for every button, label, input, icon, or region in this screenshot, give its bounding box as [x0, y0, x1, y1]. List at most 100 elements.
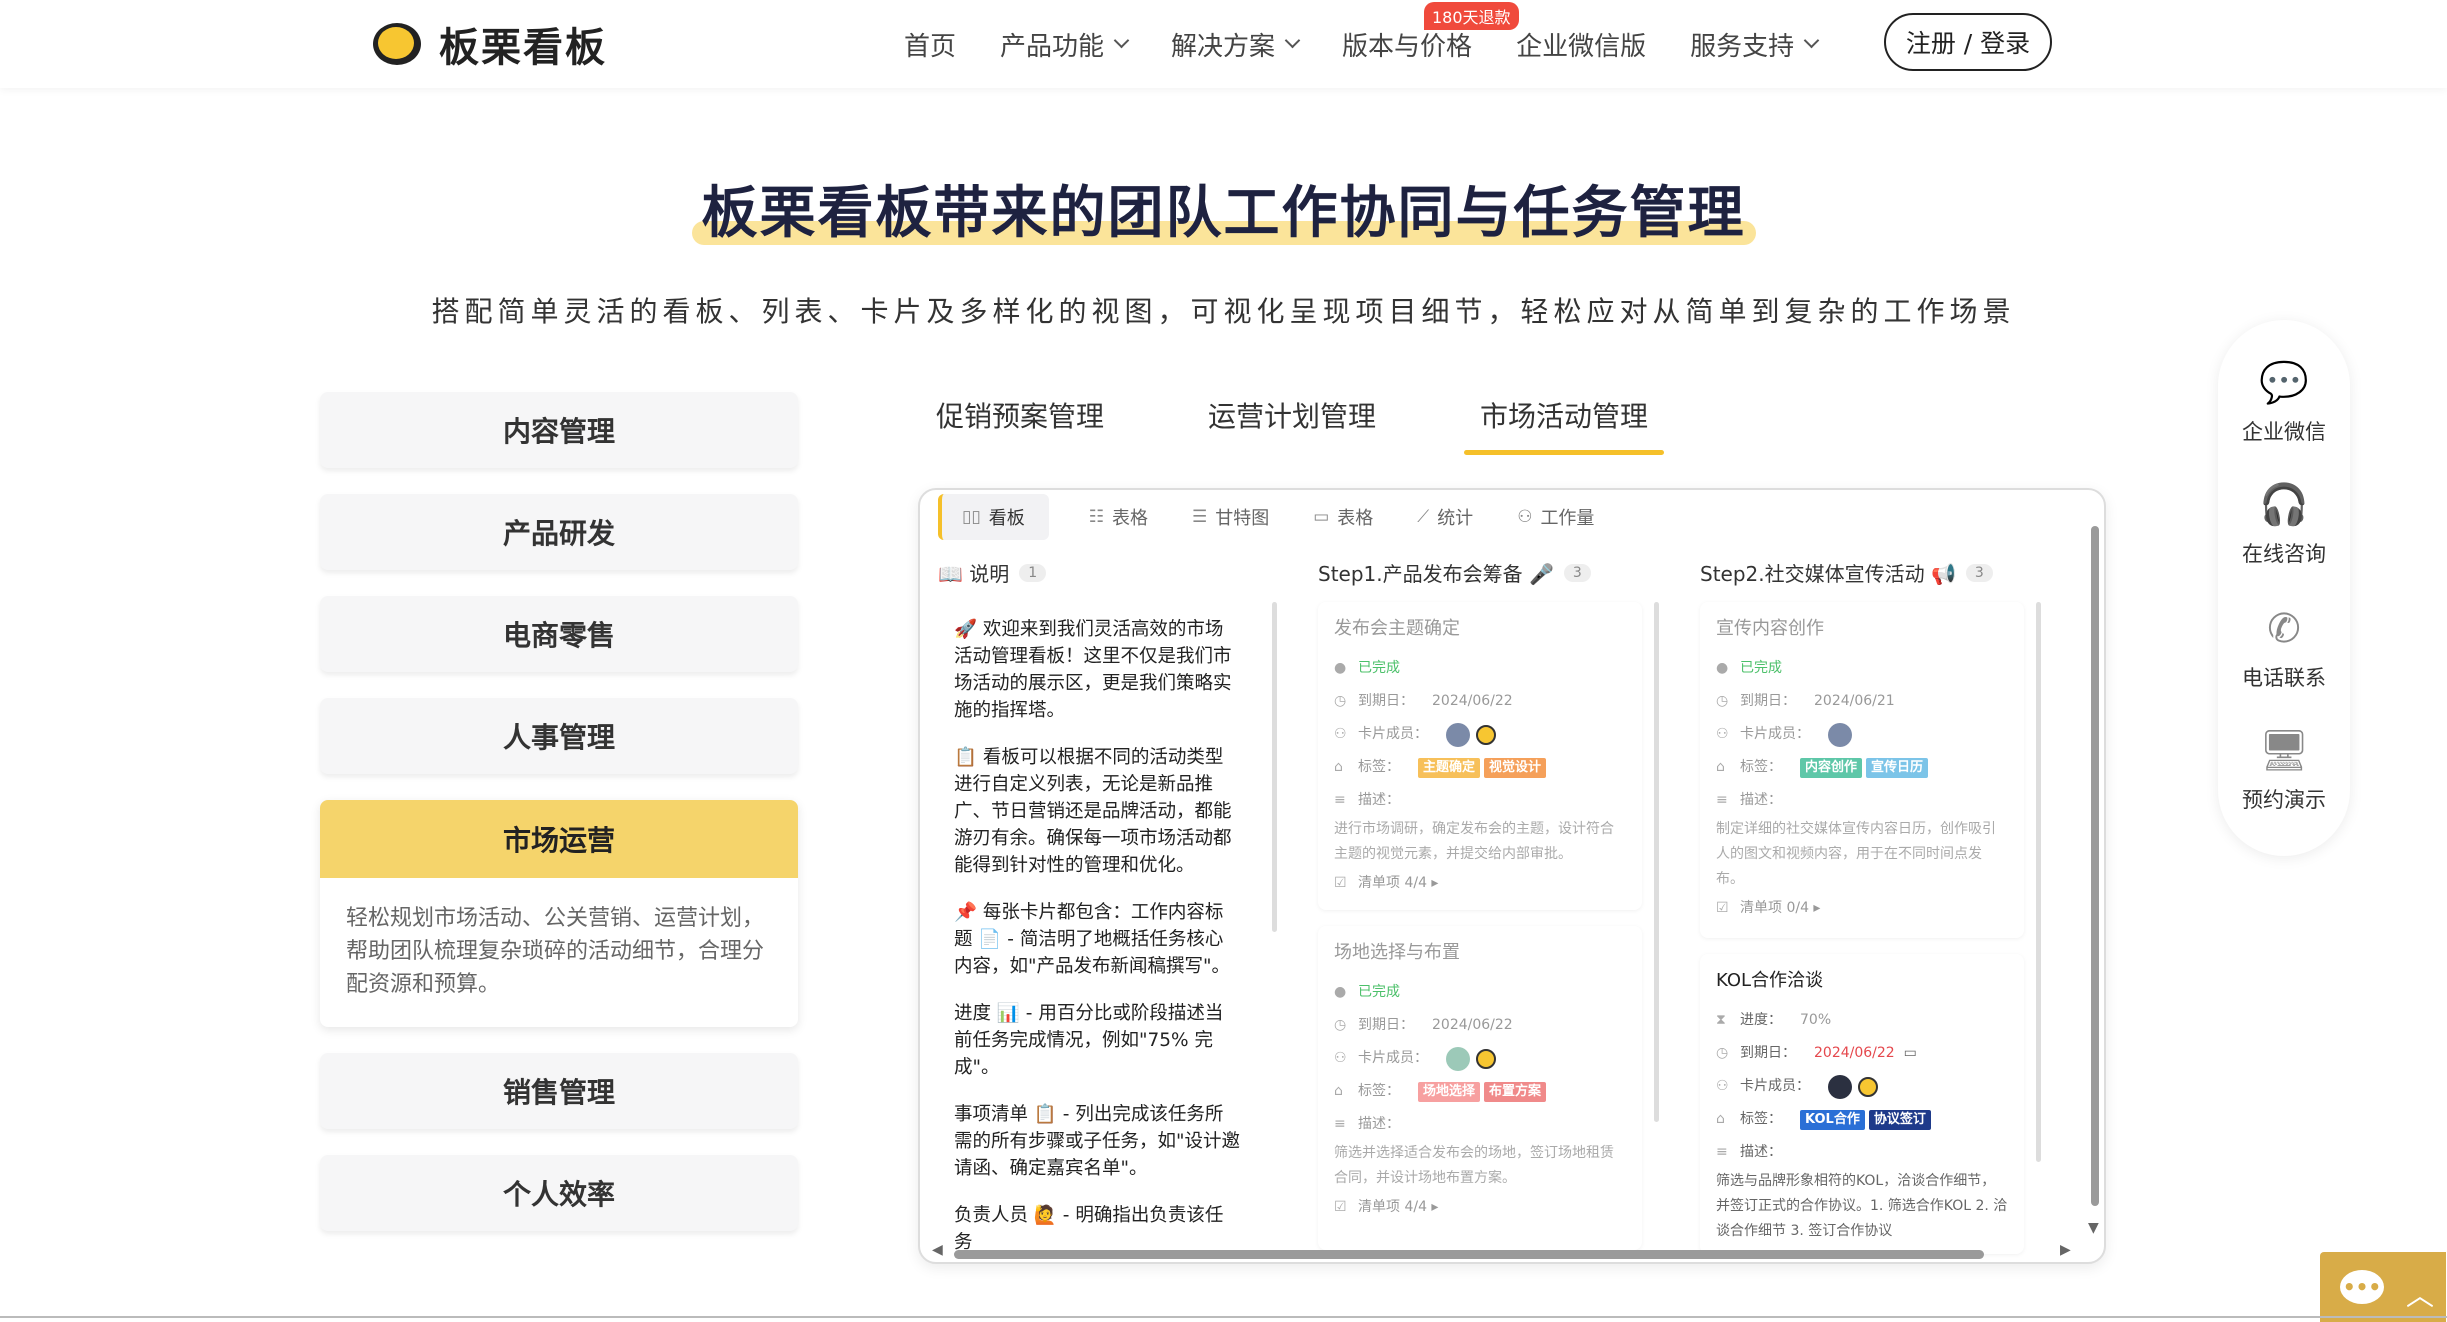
side-item-online[interactable]: 🎧 在线咨询	[2218, 480, 2350, 568]
card-title: 发布会主题确定	[1334, 618, 1460, 639]
column-header-intro[interactable]: 📖 说明 1	[938, 558, 1047, 587]
side-item-demo[interactable]: 🖥 预约演示	[2218, 726, 2350, 814]
scrollbar-thumb[interactable]	[2091, 526, 2099, 1206]
calendar-icon[interactable]: ▭	[1904, 1037, 1917, 1070]
scroll-left-arrow-icon[interactable]: ◀	[932, 1242, 943, 1258]
tag: 宣传日历	[1866, 757, 1929, 778]
scroll-down-arrow-icon[interactable]: ▼	[2088, 1220, 2099, 1236]
menu-item-marketing-desc: 轻松规划市场活动、公关营销、运营计划，帮助团队梳理复杂琐碎的活动细节，合理分配资…	[346, 906, 765, 997]
nav-wecom[interactable]: 企业微信版	[1516, 26, 1646, 63]
hero-subtitle: 搭配简单灵活的看板、列表、卡片及多样化的视图，可视化呈现项目细节，轻松应对从简单…	[431, 295, 2016, 328]
view-tab-stats[interactable]: ⟋ 统计	[1417, 504, 1473, 530]
avatar[interactable]	[1446, 722, 1470, 747]
checklist-row: ☑ 清单项 4/4 ▸	[1334, 867, 1626, 900]
members-row: ⚇ 卡片成员：	[1334, 718, 1626, 751]
scroll-right-arrow-icon[interactable]: ▶	[2060, 1242, 2071, 1258]
side-item-phone[interactable]: ✆ 电话联系	[2218, 604, 2350, 692]
hero-title: 板栗看板带来的团队工作协同与任务管理	[691, 168, 1756, 249]
avatar[interactable]	[1476, 1048, 1496, 1069]
task-card[interactable]: 场地选择与布置 ● 已完成 ◷ 到期日： 2024/06/22 ⚇ 卡片成员： ⌂ 标签：…	[1318, 926, 1642, 1250]
task-card[interactable]: 宣传内容创作 ● 已完成 ◷ 到期日： 2024/06/21 ⚇ 卡片成员： ⌂ 标签：内…	[1700, 602, 2024, 938]
avatar[interactable]	[1828, 722, 1852, 747]
chevron-down-icon	[1284, 32, 1301, 48]
avatar[interactable]	[1858, 1076, 1878, 1097]
tag: 内容创作	[1800, 757, 1863, 778]
task-card[interactable]: KOL合作洽谈 ⧗ 进度： 70% ◷ 到期日： 2024/06/22 ▭ ⚇ 卡片成员：…	[1700, 954, 2024, 1254]
chat-float-button[interactable]: ••• ︿	[2320, 1252, 2446, 1322]
nav-support[interactable]: 服务支持	[1690, 26, 1820, 63]
nav-solutions[interactable]: 解决方案	[1171, 26, 1301, 63]
user-icon: ⚇	[1716, 1078, 1729, 1094]
nav-home[interactable]: 首页	[904, 26, 956, 63]
wechat-work-icon: 💬	[2259, 360, 2309, 406]
avatar[interactable]	[1828, 1074, 1852, 1099]
tab-promotion[interactable]: 促销预案管理	[936, 395, 1104, 455]
site-header: 板栗看板 首页 产品功能 解决方案 版本与价格 企业微信版 服务支持 180天退…	[0, 0, 2447, 88]
members-row: ⚇ 卡片成员：	[1716, 1070, 2008, 1103]
phone-icon: ✆	[2267, 606, 2301, 652]
menu-item-hr[interactable]: 人事管理	[320, 698, 798, 774]
refund-badge: 180天退款	[1424, 2, 1519, 30]
view-tab-list[interactable]: ☷ 表格	[1089, 504, 1148, 530]
count-badge: 1	[1019, 563, 1047, 582]
view-tab-gantt[interactable]: ☰ 甘特图	[1192, 504, 1269, 530]
intro-card[interactable]: 🚀 欢迎来到我们灵活高效的市场活动管理看板！这里不仅是我们市场活动的展示区，更是…	[938, 602, 1256, 1252]
logo[interactable]: 板栗看板	[373, 18, 607, 71]
menu-item-rnd[interactable]: 产品研发	[320, 494, 798, 570]
column-scrollbar[interactable]	[2036, 602, 2041, 1162]
column-scrollbar[interactable]	[1654, 602, 1659, 1122]
hero: 板栗看板带来的团队工作协同与任务管理	[0, 168, 2447, 249]
list-icon: ☷	[1088, 507, 1104, 527]
avatar[interactable]	[1476, 724, 1496, 745]
login-button[interactable]: 注册 / 登录	[1884, 13, 2052, 71]
main-nav: 首页 产品功能 解决方案 版本与价格 企业微信版 服务支持 180天退款	[904, 2, 1861, 66]
column-header-step2[interactable]: Step2.社交媒体宣传活动 📢 3	[1700, 558, 1993, 587]
menu-item-ecommerce[interactable]: 电商零售	[320, 596, 798, 672]
status-row: ● 已完成	[1334, 976, 1626, 1009]
checklist-icon: ☑	[1334, 875, 1347, 891]
check-circle-icon: ●	[1716, 660, 1729, 676]
view-tab-kanban[interactable]: ▯▯ 看板	[938, 494, 1049, 540]
avatar[interactable]	[1446, 1046, 1470, 1071]
scrollbar-thumb[interactable]	[954, 1250, 1984, 1259]
checklist-row: ☑ 清单项 4/4 ▸	[1334, 1191, 1626, 1224]
user-icon: ⚇	[1334, 726, 1347, 742]
gantt-icon: ☰	[1191, 507, 1208, 527]
intro-paragraph: 事项清单 📋 - 列出完成该任务所需的所有步骤或子任务，如"设计邀请函、确定嘉宾…	[954, 1104, 1241, 1179]
desc-row: ≡ 描述：	[1716, 1136, 2008, 1169]
tag: 主题确定	[1418, 757, 1481, 778]
column-scrollbar[interactable]	[1272, 602, 1277, 932]
intro-paragraph: 🚀 欢迎来到我们灵活高效的市场活动管理看板！这里不仅是我们市场活动的展示区，更是…	[954, 619, 1232, 721]
view-tab-workload[interactable]: ⚇ 工作量	[1517, 504, 1594, 530]
column-header-step1[interactable]: Step1.产品发布会筹备 🎤 3	[1318, 558, 1591, 587]
vertical-scrollbar[interactable]	[2090, 526, 2100, 1256]
menu-item-personal[interactable]: 个人效率	[320, 1155, 798, 1231]
side-item-wecom[interactable]: 💬 企业微信	[2218, 358, 2350, 446]
tab-operation[interactable]: 运营计划管理	[1208, 395, 1376, 455]
card-title: 宣传内容创作	[1716, 618, 1824, 639]
task-card[interactable]: 发布会主题确定 ● 已完成 ◷ 到期日： 2024/06/22 ⚇ 卡片成员： ⌂ 标签：…	[1318, 602, 1642, 910]
menu-item-marketing[interactable]: 市场运营 轻松规划市场活动、公关营销、运营计划，帮助团队梳理复杂琐碎的活动细节，…	[320, 800, 798, 1027]
menu-item-content[interactable]: 内容管理	[320, 392, 798, 468]
members-row: ⚇ 卡片成员：	[1334, 1042, 1626, 1075]
user-icon: ⚇	[1716, 726, 1729, 742]
tab-marketing[interactable]: 市场活动管理	[1464, 395, 1665, 455]
nav-features[interactable]: 产品功能	[1000, 26, 1130, 63]
due-row: ◷ 到期日： 2024/06/22 ▭	[1716, 1037, 2008, 1070]
view-tab-calendar[interactable]: ▭ 表格	[1313, 504, 1373, 530]
menu-item-marketing-label: 市场运营	[320, 800, 798, 878]
horizontal-scrollbar[interactable]	[934, 1246, 2094, 1262]
chevron-up-icon[interactable]: ︿	[2406, 1274, 2434, 1314]
menu-item-sales[interactable]: 销售管理	[320, 1053, 798, 1129]
desc-row: ≡ 描述：	[1716, 784, 2008, 817]
tag-icon: ⌂	[1334, 1083, 1343, 1099]
scenario-menu: 内容管理 产品研发 电商零售 人事管理 市场运营 轻松规划市场活动、公关营销、运…	[320, 392, 798, 1257]
text-icon: ≡	[1716, 1144, 1728, 1160]
nav-pricing[interactable]: 版本与价格	[1342, 26, 1472, 63]
chevron-down-icon	[1803, 32, 1820, 48]
tag-icon: ⌂	[1716, 759, 1725, 775]
desc-row: ≡ 描述：	[1334, 1108, 1626, 1141]
workload-icon: ⚇	[1517, 507, 1533, 527]
intro-paragraph: 📋 看板可以根据不同的活动类型进行自定义列表，无论是新品推广、节日营销还是品牌活…	[954, 747, 1232, 876]
due-row: ◷ 到期日： 2024/06/21	[1716, 685, 2008, 718]
